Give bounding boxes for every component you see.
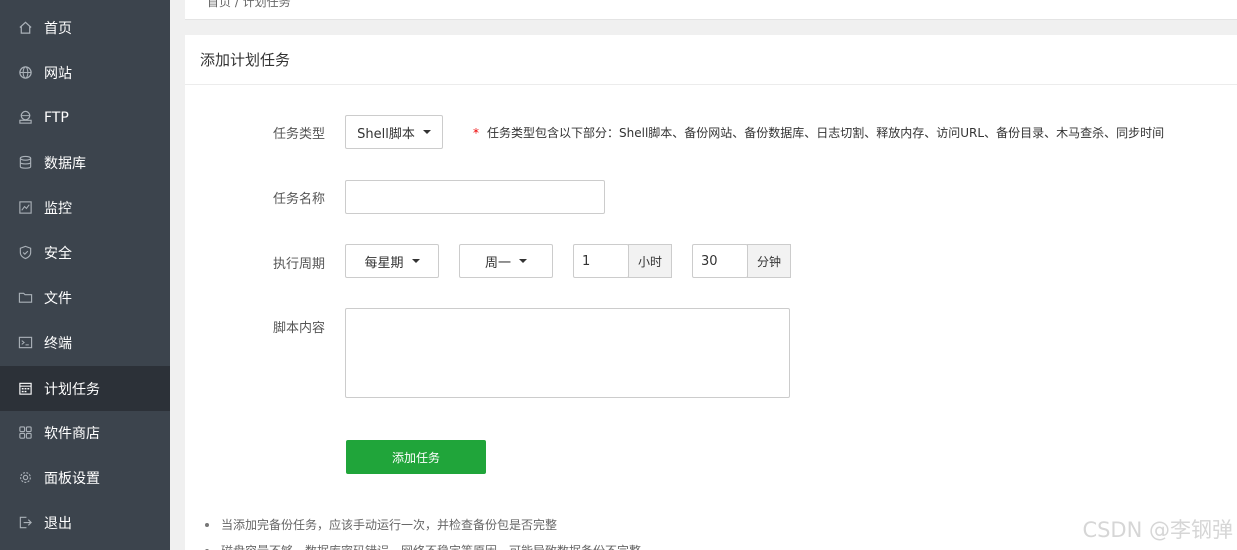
task-type-label: 任务类型 (272, 127, 325, 142)
list-item: 磁盘容量不够、数据库密码错误、网络不稳定等原因，可能导致数据备份不完整 (203, 541, 641, 550)
period-label: 执行周期 (272, 257, 325, 272)
task-type-select[interactable]: Shell脚本 (345, 115, 443, 149)
terminal-icon (18, 335, 33, 350)
hour-unit: 小时 (628, 244, 672, 278)
weekday-value: 周一 (484, 255, 511, 271)
sidebar-item-files[interactable]: 文件 (0, 275, 170, 320)
task-type-hint: * 任务类型包含以下部分：Shell脚本、备份网站、备份数据库、日志切割、释放内存… (473, 124, 1164, 141)
sidebar-item-label: 软件商店 (44, 425, 100, 442)
gear-icon (18, 470, 33, 485)
caret-down-icon (422, 130, 431, 134)
sidebar-item-website[interactable]: 网站 (0, 50, 170, 95)
add-cron-panel: 添加计划任务 任务类型 Shell脚本 * 任务类型包含以下部分：Shell脚本、… (185, 35, 1237, 550)
folder-icon (18, 290, 33, 305)
notes-list: 当添加完备份任务，应该手动运行一次，并检查备份包是否完整 磁盘容量不够、数据库密… (203, 515, 641, 550)
minute-unit: 分钟 (747, 244, 791, 278)
apps-icon (18, 425, 33, 440)
shield-icon (18, 245, 33, 260)
list-item: 当添加完备份任务，应该手动运行一次，并检查备份包是否完整 (203, 515, 641, 541)
sidebar-item-database[interactable]: 数据库 (0, 140, 170, 185)
minute-input[interactable] (692, 244, 748, 278)
sidebar-item-cron[interactable]: 计划任务 (0, 366, 170, 411)
database-icon (18, 155, 33, 170)
sidebar-item-label: 退出 (44, 515, 72, 532)
sidebar-item-security[interactable]: 安全 (0, 230, 170, 275)
sidebar-item-label: 安全 (44, 245, 72, 262)
top-breadcrumb-bar: 首页 / 计划任务 (185, 0, 1237, 20)
ftp-icon (18, 110, 33, 125)
script-label: 脚本内容 (272, 321, 325, 336)
sidebar-item-label: FTP (44, 109, 69, 126)
sidebar-item-label: 面板设置 (44, 470, 100, 487)
sidebar-item-label: 终端 (44, 335, 72, 352)
sidebar-item-ftp[interactable]: FTP (0, 95, 170, 140)
sidebar-item-label: 计划任务 (44, 381, 100, 398)
sidebar-item-label: 网站 (44, 65, 72, 82)
sidebar-item-monitor[interactable]: 监控 (0, 185, 170, 230)
caret-down-icon (519, 259, 527, 263)
home-icon (18, 20, 33, 35)
watermark: CSDN @李钢弹 (1082, 518, 1233, 542)
calendar-icon (18, 381, 33, 396)
monitor-icon (18, 200, 33, 215)
cycle-select[interactable]: 每星期 (345, 244, 439, 278)
globe-icon (18, 65, 33, 80)
cycle-value: 每星期 (364, 255, 404, 271)
task-type-value: Shell脚本 (357, 126, 415, 142)
sidebar-item-label: 监控 (44, 200, 72, 217)
hour-input[interactable] (573, 244, 629, 278)
sidebar-item-label: 数据库 (44, 155, 86, 172)
sidebar-item-home[interactable]: 首页 (0, 5, 170, 50)
task-name-label: 任务名称 (272, 192, 325, 207)
add-task-button[interactable]: 添加任务 (346, 440, 486, 474)
sidebar-item-terminal[interactable]: 终端 (0, 320, 170, 365)
sidebar-item-settings[interactable]: 面板设置 (0, 455, 170, 500)
sidebar-item-label: 文件 (44, 290, 72, 307)
breadcrumb: 首页 / 计划任务 (207, 0, 291, 9)
sidebar: 首页 网站 FTP 数据库 监控 安全 文件 终端 计划任务 软件商店 面板设置… (0, 0, 170, 550)
logout-icon (18, 515, 33, 530)
sidebar-item-store[interactable]: 软件商店 (0, 410, 170, 455)
task-type-hint-text: 任务类型包含以下部分：Shell脚本、备份网站、备份数据库、日志切割、释放内存、… (487, 126, 1165, 140)
caret-down-icon (411, 259, 420, 263)
task-name-input[interactable] (345, 180, 605, 214)
script-textarea[interactable] (345, 308, 790, 398)
required-star: * (473, 126, 479, 140)
weekday-select[interactable]: 周一 (459, 244, 553, 278)
sidebar-item-label: 首页 (44, 20, 72, 37)
sidebar-item-logout[interactable]: 退出 (0, 500, 170, 545)
panel-title: 添加计划任务 (185, 35, 1237, 85)
